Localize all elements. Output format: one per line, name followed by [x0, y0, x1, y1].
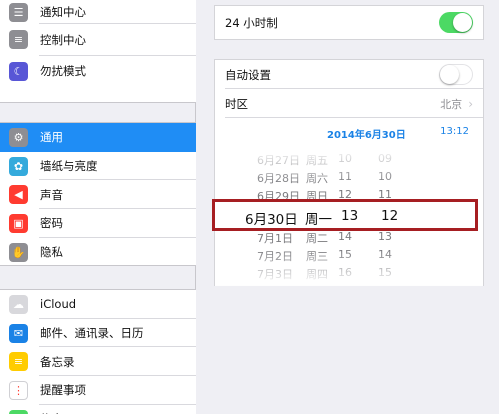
moon-icon: ☾	[9, 61, 28, 81]
auto-set-toggle[interactable]	[439, 64, 473, 85]
sidebar-item-label: 通知中心	[40, 5, 86, 19]
notification-center-icon: ☰	[9, 2, 28, 22]
sidebar-item-label: 墙纸与亮度	[40, 159, 98, 174]
timezone-label: 时区	[225, 96, 248, 111]
time-header: 13:12	[440, 126, 469, 137]
gear-icon: ⚙	[9, 127, 28, 147]
sidebar-group-general: ⚙ 通用 ✿ 墙纸与亮度 ◀ 声音 ▣ 密码 ✋ 隐私	[0, 122, 196, 266]
picker-row[interactable]: 6月27日 周五 10 09	[215, 152, 483, 170]
picker-weekday: 周二	[306, 232, 328, 245]
hour24-toggle[interactable]	[439, 12, 473, 33]
toggle-knob	[440, 65, 459, 84]
mail-icon: ✉	[9, 323, 28, 343]
hour24-label: 24 小时制	[225, 15, 278, 30]
messages-icon: ●	[9, 409, 28, 414]
picker-hour: 11	[338, 170, 352, 183]
picker-hour: 10	[338, 152, 352, 165]
sidebar-item[interactable]: ≡ 控制中心	[0, 24, 196, 56]
sidebar-item-label: 通用	[40, 130, 63, 145]
picker-weekday: 周六	[306, 172, 328, 185]
sidebar-item[interactable]: ✋ 隐私	[0, 238, 196, 267]
picker-hour: 15	[338, 248, 352, 261]
picker-row[interactable]: 6月28日 周六 11 10	[215, 170, 483, 188]
picker-weekday: 周四	[306, 268, 328, 281]
picker-row[interactable]: 7月1日 周二 14 13	[215, 230, 483, 248]
date-header: 2014年6月30日	[327, 130, 406, 141]
sidebar-item-label: 备忘录	[40, 354, 75, 369]
picker-hour: 14	[338, 230, 352, 243]
chevron-right-icon: ›	[468, 96, 473, 111]
lock-icon: ▣	[9, 213, 28, 233]
picker-date: 6月27日	[257, 154, 300, 167]
sidebar-item[interactable]: ▣ 密码	[0, 209, 196, 238]
flower-icon: ✿	[9, 156, 28, 176]
sidebar-item-label: 勿扰模式	[40, 64, 86, 79]
auto-set-row: 自动设置	[215, 60, 483, 89]
hour24-row: 24 小时制	[215, 6, 483, 39]
picker-date: 7月3日	[257, 268, 293, 281]
picker-minute: 15	[378, 266, 392, 279]
sidebar-item[interactable]: ≡ 备忘录	[0, 347, 196, 377]
sidebar-item[interactable]: ●信息	[0, 405, 196, 414]
picker-minute: 10	[378, 170, 392, 183]
reminders-icon: ⋮	[9, 380, 28, 400]
sidebar-item[interactable]: ☁ iCloud	[0, 290, 196, 319]
sidebar-group-accounts: ☁ iCloud ✉ 邮件、通讯录、日历 ≡ 备忘录 ⋮ 提醒事项 ●信息	[0, 289, 196, 414]
hour24-card: 24 小时制	[214, 5, 484, 40]
sidebar-item-label: 隐私	[40, 245, 63, 260]
sidebar-item-label: 控制中心	[40, 32, 86, 47]
picker-minute: 13	[378, 230, 392, 243]
cloud-icon: ☁	[9, 294, 28, 314]
sidebar-item-label: 邮件、通讯录、日历	[40, 326, 144, 341]
sidebar-item[interactable]: ◀ 声音	[0, 180, 196, 210]
sidebar-item[interactable]: ⋮ 提醒事项	[0, 376, 196, 405]
picker-date: 7月2日	[257, 250, 293, 263]
sidebar-item[interactable]: ✿ 墙纸与亮度	[0, 152, 196, 181]
control-center-icon: ≡	[9, 30, 28, 50]
settings-screen: ☰ 通知中心 ≡ 控制中心 ☾ 勿扰模式 ⚙ 通用 ✿ 墙纸与亮度 ◀ 声音 ▣ 密码 ✋ 隐私 ☁ iClo…	[0, 0, 499, 414]
notes-icon: ≡	[9, 352, 28, 372]
picker-row[interactable]: 7月3日 周四 16 15	[215, 266, 483, 284]
highlight-annotation-box	[212, 199, 478, 231]
picker-date: 6月28日	[257, 172, 300, 185]
settings-sidebar: ☰ 通知中心 ≡ 控制中心 ☾ 勿扰模式 ⚙ 通用 ✿ 墙纸与亮度 ◀ 声音 ▣ 密码 ✋ 隐私 ☁ iClo…	[0, 0, 196, 414]
picker-minute: 09	[378, 152, 392, 165]
picker-weekday: 周三	[306, 250, 328, 263]
picker-row[interactable]: 7月2日 周三 15 14	[215, 248, 483, 266]
sidebar-item-label: 提醒事项	[40, 383, 86, 398]
sidebar-item[interactable]: ✉ 邮件、通讯录、日历	[0, 319, 196, 348]
timezone-row[interactable]: 时区 北京 ›	[215, 89, 483, 118]
sidebar-item-label: iCloud	[40, 297, 77, 312]
sidebar-item[interactable]: ☾ 勿扰模式	[0, 56, 196, 88]
speaker-icon: ◀	[9, 185, 28, 205]
picker-date: 7月1日	[257, 232, 293, 245]
auto-set-label: 自动设置	[225, 67, 271, 82]
sidebar-item-label: 声音	[40, 187, 63, 202]
date-time-header[interactable]: 2014年6月30日 13:12	[215, 118, 483, 146]
sidebar-item[interactable]: ⚙ 通用	[0, 123, 196, 152]
picker-hour: 16	[338, 266, 352, 279]
picker-weekday: 周五	[306, 154, 328, 167]
hand-icon: ✋	[9, 242, 28, 262]
toggle-knob	[453, 13, 472, 32]
timezone-value: 北京	[440, 97, 463, 111]
sidebar-group-system: ☰ 通知中心 ≡ 控制中心 ☾ 勿扰模式	[0, 0, 196, 103]
sidebar-item[interactable]: ☰ 通知中心	[0, 0, 196, 24]
sidebar-item-label: 密码	[40, 216, 63, 231]
picker-minute: 14	[378, 248, 392, 261]
datetime-card: 自动设置 时区 北京 › 2014年6月30日 13:12 7月3日 周四 16 15…	[214, 59, 484, 286]
